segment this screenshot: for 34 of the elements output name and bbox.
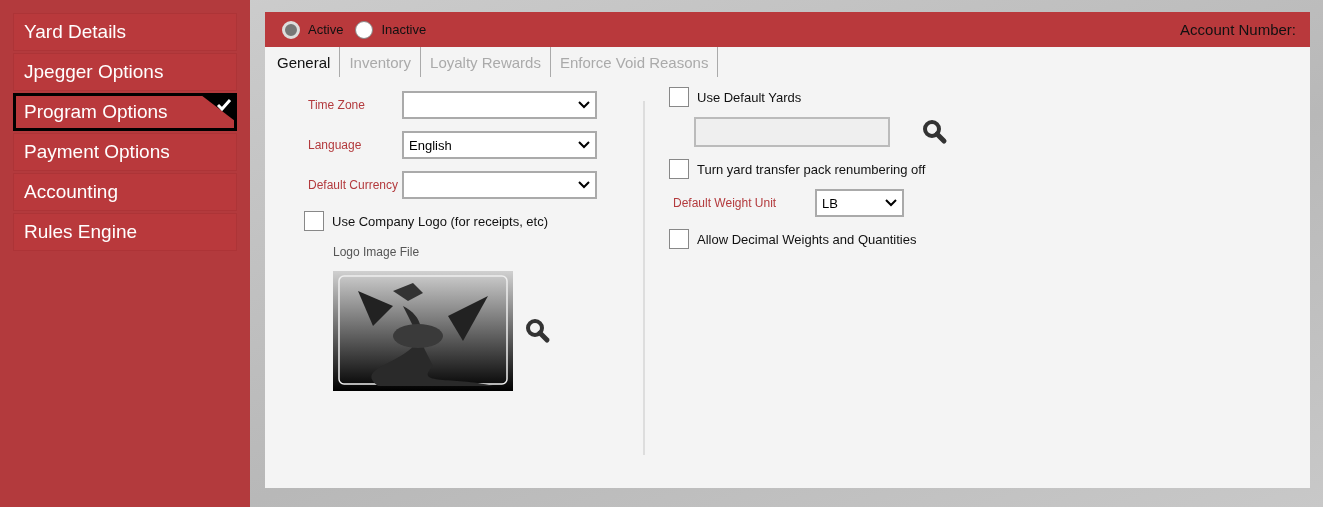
sidebar-item[interactable]: Program Options	[13, 93, 237, 131]
dropdown[interactable]	[402, 171, 597, 199]
checkbox-label: Use Company Logo (for receipts, etc)	[332, 213, 549, 229]
chevron-down-icon	[578, 101, 590, 109]
field-label: Default Currency	[308, 178, 400, 192]
sidebar-item[interactable]: Jpegger Options	[13, 53, 237, 91]
chevron-down-icon	[578, 141, 590, 149]
chevron-down-icon	[885, 199, 897, 207]
tab[interactable]: General	[268, 47, 341, 77]
sidebar-item[interactable]: Rules Engine	[13, 213, 237, 251]
search-icon[interactable]	[525, 318, 551, 344]
sidebar-item[interactable]: Accounting	[13, 173, 237, 211]
radio-option[interactable]: Active	[282, 20, 344, 39]
field-label: Time Zone	[308, 98, 366, 112]
sidebar-item[interactable]: Payment Options	[13, 133, 237, 171]
dropdown[interactable]	[402, 91, 597, 119]
checkbox[interactable]	[669, 87, 689, 107]
checkbox-label: Use Default Yards	[697, 89, 802, 105]
field-label: Default Weight Unit	[672, 196, 778, 210]
dropdown[interactable]: LB	[815, 189, 904, 217]
account-number-label: Account Number:	[1180, 21, 1296, 38]
search-icon[interactable]	[922, 119, 948, 145]
checkbox[interactable]	[669, 159, 689, 179]
dropdown[interactable]: English	[402, 131, 597, 159]
field-label: Logo Image File	[333, 245, 421, 259]
field-label: Language	[308, 138, 363, 152]
checkbox-label: Allow Decimal Weights and Quantities	[697, 231, 917, 247]
radio-option[interactable]: Inactive	[355, 20, 427, 39]
checkbox[interactable]	[669, 229, 689, 249]
checkmark-icon	[201, 95, 235, 121]
checkbox-label: Turn yard transfer pack renumbering off	[697, 161, 926, 177]
checkbox[interactable]	[304, 211, 324, 231]
sidebar-item[interactable]: Yard Details	[13, 13, 237, 51]
chevron-down-icon	[578, 181, 590, 189]
